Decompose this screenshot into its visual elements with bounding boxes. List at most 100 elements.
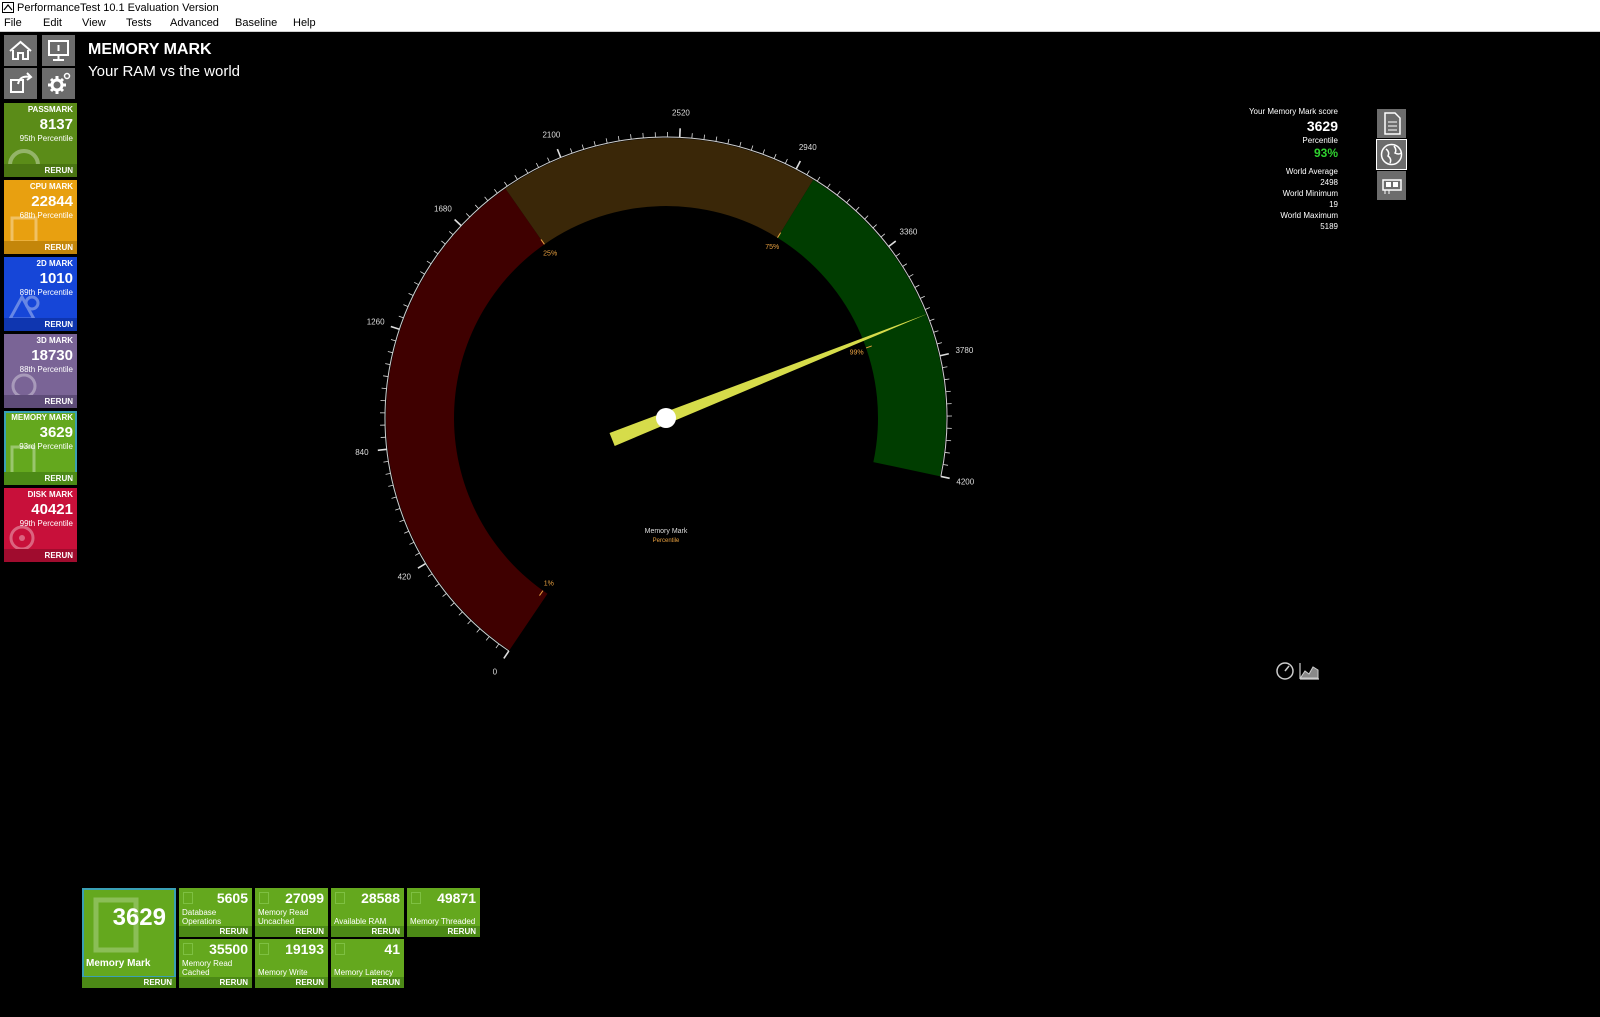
gauge-minor-tick	[391, 496, 397, 499]
gauge-minor-tick	[570, 148, 573, 154]
gauge-minor-tick	[434, 583, 440, 588]
gauge-minor-tick	[880, 233, 886, 238]
gauge-minor-tick	[902, 263, 908, 267]
gauge-minor-tick	[703, 134, 706, 140]
gauge-tick-label: 840	[355, 448, 369, 457]
gauge-major-tick	[888, 240, 897, 248]
gauge-minor-tick	[816, 176, 821, 182]
gauge-major-tick	[556, 148, 562, 158]
gauge-band-2	[777, 179, 946, 477]
document-icon	[1384, 112, 1401, 135]
gauge-major-tick	[939, 352, 949, 357]
gauge-minor-tick	[593, 141, 596, 147]
gauge-minor-tick	[514, 175, 518, 180]
world-compare-button[interactable]	[1376, 139, 1407, 170]
rerun-button[interactable]: RERUN	[220, 927, 248, 936]
gauge-minor-tick	[933, 330, 939, 333]
gauge-minor-tick	[942, 366, 948, 369]
subtest-value: 41	[384, 941, 400, 957]
gauge-minor-tick	[474, 204, 479, 209]
gauge-minor-tick	[388, 484, 394, 487]
percentile-label: Percentile	[1302, 136, 1338, 145]
chart-view-icon[interactable]	[1298, 661, 1320, 681]
subtest-value: 5605	[216, 890, 248, 906]
gauge-minor-tick	[390, 339, 396, 342]
world-average-value: 2498	[1320, 178, 1338, 187]
gauge-minor-tick	[836, 190, 841, 196]
subtest-memory-read-uncached[interactable]: 27099 Memory Read Uncached RERUN	[255, 888, 328, 937]
gauge-minor-tick	[739, 141, 742, 147]
gauge-minor-tick	[925, 307, 930, 310]
gauge-minor-tick	[617, 135, 620, 142]
chip-icon	[183, 943, 193, 955]
gauge-minor-tick	[414, 281, 419, 286]
subtest-database-operations[interactable]: 5605 Database Operations RERUN	[179, 888, 252, 937]
subtest-memory-threaded[interactable]: 49871 Memory Threaded RERUN	[407, 888, 480, 937]
gauge-minor-tick	[414, 552, 420, 556]
score-value: 3629	[1306, 118, 1338, 134]
subtest-value: 19193	[285, 941, 324, 957]
gauge-minor-tick	[465, 213, 470, 218]
gauge-minor-tick	[855, 206, 860, 212]
subtest-value: 35500	[209, 941, 248, 957]
subtest-name: Memory Read Cached	[182, 959, 233, 977]
gauge-tick-label: 3780	[955, 346, 973, 355]
gauge-view-icon[interactable]	[1275, 661, 1295, 681]
subtest-value: 28588	[361, 890, 400, 906]
chip-icon	[259, 943, 269, 955]
rerun-button[interactable]: RERUN	[372, 978, 400, 987]
gauge-hub	[656, 408, 676, 428]
gauge-minor-tick	[806, 170, 810, 176]
gauge-major-tick	[795, 160, 802, 170]
gauge-minor-tick	[504, 181, 508, 187]
subtest-memory-write[interactable]: 19193 Memory Write RERUN	[255, 939, 328, 988]
gauge-minor-tick	[409, 541, 415, 545]
subtest-memory-latency[interactable]: 41 Memory Latency RERUN	[331, 939, 404, 988]
gauge-minor-tick	[581, 144, 585, 150]
gauge-minor-tick	[398, 315, 404, 319]
gauge-minor-tick	[535, 162, 539, 168]
rerun-button[interactable]: RERUN	[296, 927, 324, 936]
gauge-minor-tick	[727, 138, 730, 144]
gauge-minor-tick	[547, 157, 550, 163]
gauge-minor-tick	[895, 253, 901, 257]
gauge-minor-tick	[494, 188, 498, 194]
subtest-available-ram[interactable]: 28588 Available RAM RERUN	[331, 888, 404, 937]
gauge-tick-label: 0	[493, 668, 498, 677]
gauge-minor-tick	[420, 271, 425, 275]
rerun-button[interactable]: RERUN	[448, 927, 476, 936]
gauge-minor-tick	[936, 342, 942, 345]
gauge-minor-tick	[846, 198, 851, 203]
subtest-name: Memory Latency	[334, 968, 394, 977]
gauge-tick-label: 4200	[956, 478, 974, 487]
gauge-center-label: Memory Mark	[645, 528, 688, 535]
gauge-minor-tick	[381, 387, 387, 390]
memory-details-button[interactable]	[1377, 171, 1406, 200]
gauge-major-tick	[390, 325, 400, 331]
world-minimum-label: World Minimum	[1282, 189, 1338, 198]
memory-chip-icon	[1382, 179, 1402, 194]
export-report-button[interactable]	[1377, 109, 1406, 138]
gauge-minor-tick	[395, 508, 401, 511]
subtest-value: 27099	[285, 890, 324, 906]
gauge-minor-tick	[715, 136, 718, 142]
subtest-memory-read-cached[interactable]: 35500 Memory Read Cached RERUN	[179, 939, 252, 988]
memory-mark-gauge: 0 420 840 1260 1680 2100 2520 2940 3360 3780 4200 1…	[355, 108, 975, 677]
rerun-button[interactable]: RERUN	[372, 927, 400, 936]
gauge-minor-tick	[929, 318, 935, 322]
rerun-button[interactable]: RERUN	[144, 978, 172, 987]
gauge-minor-tick	[495, 643, 500, 649]
rerun-button[interactable]: RERUN	[220, 978, 248, 987]
gauge-minor-tick	[442, 593, 447, 597]
gauge-minor-tick	[450, 602, 455, 607]
gauge-center-sublabel: Percentile	[653, 538, 680, 544]
gauge-minor-tick	[908, 273, 914, 278]
memory-mark-summary-tile[interactable]: 3629 Memory Mark RERUN	[82, 888, 176, 988]
subtest-name: Memory Write	[258, 968, 308, 977]
gauge-minor-tick	[403, 304, 409, 307]
rerun-button[interactable]: RERUN	[296, 978, 324, 987]
gauge-minor-tick	[458, 611, 463, 616]
gauge-minor-tick	[387, 351, 393, 354]
gauge-minor-tick	[630, 134, 632, 140]
gauge-minor-tick	[485, 636, 490, 641]
